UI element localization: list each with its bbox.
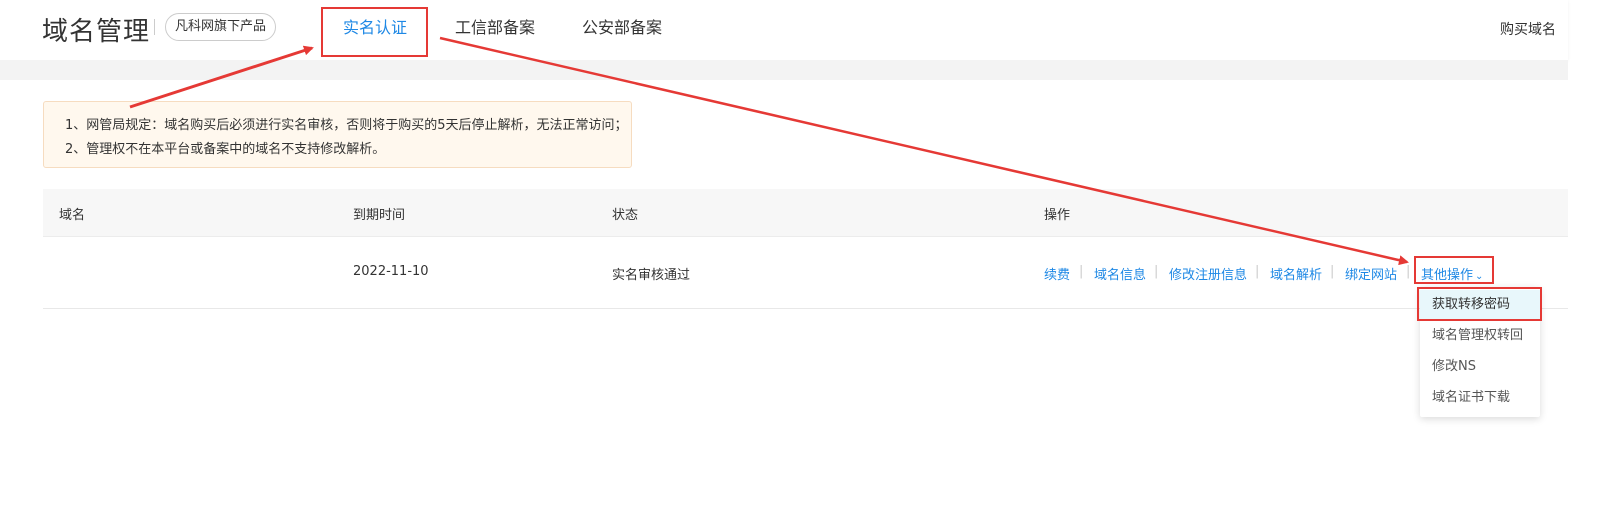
more-actions-menu: 获取转移密码 域名管理权转回 修改NS 域名证书下载 xyxy=(1420,287,1540,417)
action-divider: | xyxy=(1255,264,1260,279)
tab-real-name-verification[interactable]: 实名认证 xyxy=(343,17,407,39)
dns-resolution-link[interactable]: 域名解析 xyxy=(1270,264,1322,283)
header-gray-strip xyxy=(0,60,1568,80)
more-actions-label: 其他操作 xyxy=(1421,268,1474,283)
tab-miit-filing[interactable]: 工信部备案 xyxy=(455,17,535,39)
cell-status: 实名审核通过 xyxy=(612,268,691,283)
edit-registration-link[interactable]: 修改注册信息 xyxy=(1169,264,1247,283)
more-actions-dropdown[interactable]: 其他操作 ⌄ xyxy=(1421,264,1483,283)
bind-website-link[interactable]: 绑定网站 xyxy=(1345,264,1397,283)
column-header-domain: 域名 xyxy=(59,208,86,223)
notice-box: 1、网管局规定：域名购买后必须进行实名审核，否则将于购买的5天后停止解析，无法正… xyxy=(43,101,632,168)
cell-expiry-date: 2022-11-10 xyxy=(353,264,429,279)
domain-info-link[interactable]: 域名信息 xyxy=(1094,264,1146,283)
action-divider: | xyxy=(1079,264,1084,279)
notice-line-2: 2、管理权不在本平台或备案中的域名不支持修改解析。 xyxy=(65,142,386,157)
chevron-down-icon: ⌄ xyxy=(1475,271,1484,282)
notice-line-1: 1、网管局规定：域名购买后必须进行实名审核，否则将于购买的5天后停止解析，无法正… xyxy=(65,118,628,133)
action-divider: | xyxy=(1154,264,1159,279)
product-tag-badge: 凡科网旗下产品 xyxy=(165,13,277,41)
menu-item-transfer-back[interactable]: 域名管理权转回 xyxy=(1420,321,1540,351)
table-header: 域名 到期时间 状态 操作 xyxy=(43,189,1568,237)
menu-item-certificate-download[interactable]: 域名证书下载 xyxy=(1420,383,1540,413)
renew-link[interactable]: 续费 xyxy=(1044,264,1070,283)
menu-item-modify-ns[interactable]: 修改NS xyxy=(1420,352,1540,382)
column-header-actions: 操作 xyxy=(1044,208,1071,223)
column-header-expiry: 到期时间 xyxy=(353,208,406,223)
menu-item-get-transfer-code[interactable]: 获取转移密码 xyxy=(1420,290,1540,320)
tab-police-filing[interactable]: 公安部备案 xyxy=(582,17,662,39)
title-divider xyxy=(154,19,155,35)
top-nav-bar: 域名管理 凡科网旗下产品 实名认证 工信部备案 公安部备案 购买域名 xyxy=(0,0,1568,60)
buy-domain-link[interactable]: 购买域名 xyxy=(1500,19,1556,39)
action-divider: | xyxy=(1406,264,1411,279)
action-divider: | xyxy=(1330,264,1335,279)
page-title: 域名管理 xyxy=(42,17,151,47)
table-row: 2022-11-10 实名审核通过 续费 | 域名信息 | 修改注册信息 | 域… xyxy=(43,237,1568,309)
column-header-status: 状态 xyxy=(612,208,639,223)
